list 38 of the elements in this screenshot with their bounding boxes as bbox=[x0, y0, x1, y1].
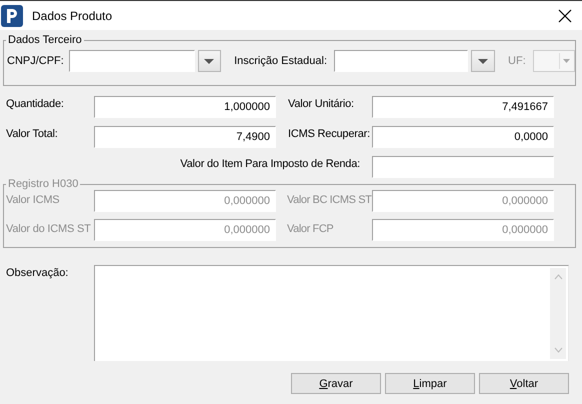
dropdown-button[interactable] bbox=[198, 50, 222, 72]
number-field[interactable]: 7,491667 bbox=[372, 96, 554, 118]
window-title: Dados Produto bbox=[32, 8, 114, 22]
field-label: Valor do ICMS ST bbox=[6, 222, 92, 235]
caret-icon bbox=[204, 58, 214, 64]
number-field[interactable]: 7,4900 bbox=[94, 126, 276, 148]
close-icon[interactable] bbox=[558, 8, 572, 22]
combo-field[interactable] bbox=[68, 50, 194, 72]
caret-icon bbox=[562, 59, 570, 63]
scroll-up-icon[interactable] bbox=[554, 274, 562, 280]
field-label: Valor Unitário: bbox=[288, 97, 355, 110]
field-label: CNPJ/CPF: bbox=[7, 55, 64, 67]
field-label: Valor BC ICMS ST bbox=[287, 193, 372, 206]
field-label: UF: bbox=[508, 55, 526, 67]
field-label: Valor FCP bbox=[287, 222, 334, 235]
caret-icon bbox=[478, 58, 488, 64]
scroll-down-icon[interactable] bbox=[554, 347, 562, 353]
number-field[interactable]: 0,0000 bbox=[372, 126, 554, 148]
group-title: Dados Terceiro bbox=[7, 34, 83, 46]
field-label: Valor do Item Para Imposto de Renda: bbox=[180, 157, 360, 170]
number-field[interactable] bbox=[372, 156, 554, 178]
number-field: 0,000000 bbox=[94, 219, 276, 241]
field-label: Valor Total: bbox=[6, 127, 59, 140]
field-label: Valor ICMS bbox=[6, 193, 60, 206]
number-field: 0,000000 bbox=[94, 190, 276, 212]
combo-field[interactable] bbox=[334, 50, 468, 72]
action-button[interactable]: Limpar bbox=[385, 373, 475, 394]
number-field: 0,000000 bbox=[372, 190, 554, 212]
group-title: Registro H030 bbox=[7, 178, 80, 190]
field-label: Quantidade: bbox=[6, 97, 65, 110]
number-field: 0,000000 bbox=[372, 219, 554, 241]
field-label: Inscrição Estadual: bbox=[234, 55, 327, 67]
dropdown-button[interactable] bbox=[471, 50, 496, 72]
action-button[interactable]: Voltar bbox=[479, 373, 569, 394]
field-label: Observação: bbox=[6, 266, 70, 281]
field-label: ICMS Recuperar: bbox=[288, 127, 371, 140]
action-button[interactable]: Gravar bbox=[291, 373, 381, 394]
number-field[interactable]: 1,000000 bbox=[94, 96, 276, 118]
